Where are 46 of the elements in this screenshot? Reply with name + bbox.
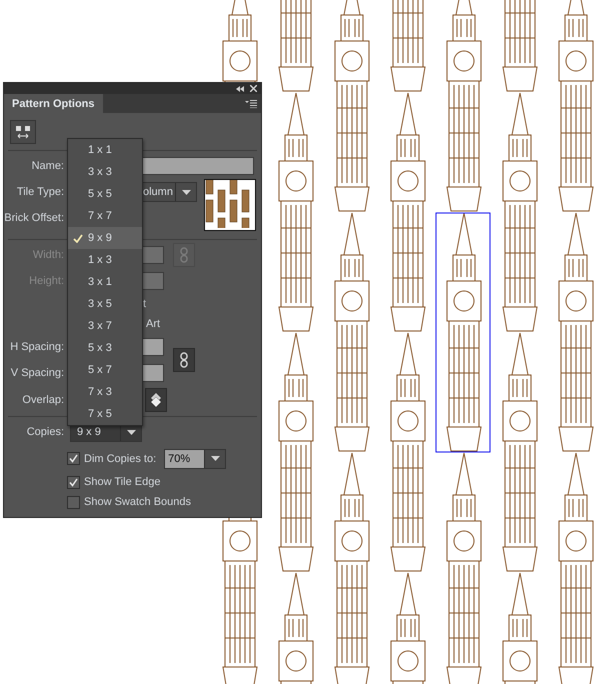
menu-item[interactable]: 3 x 3 [68,161,142,183]
menu-item[interactable]: 5 x 5 [68,183,142,205]
close-icon[interactable] [250,85,257,92]
chain-link-icon [180,352,188,368]
option-label: Art [146,318,160,330]
field-label: H Spacing: [9,341,64,353]
chain-link-icon [180,247,188,263]
checkbox[interactable] [67,476,80,488]
checkbox[interactable] [67,496,80,508]
menu-item[interactable]: 3 x 1 [68,271,142,293]
checkmark-icon [69,478,78,486]
panel-menu-icon[interactable] [245,100,257,108]
menu-item[interactable]: 1 x 3 [68,249,142,271]
checkmark-icon [69,454,78,463]
collapse-icon[interactable] [236,86,244,92]
menu-item[interactable]: 5 x 7 [68,359,142,381]
option-label: t [143,298,146,310]
checkbox[interactable] [67,452,80,465]
menu-item[interactable]: 9 x 9 [68,227,142,249]
field-label: Brick Offset: [4,212,64,224]
caret-icon [182,190,190,194]
checkbox-label: Show Swatch Bounds [84,496,192,508]
field-label: Tile Type: [16,186,64,198]
dim-percent-dropdown[interactable]: 70% [164,448,226,468]
checkbox-label: Show Tile Edge [84,476,160,488]
menu-item[interactable]: 1 x 1 [68,139,142,161]
menu-item[interactable]: 3 x 7 [68,315,142,337]
field-label: Name: [30,160,64,172]
tile-move-icon [15,124,31,138]
menu-item[interactable]: 7 x 7 [68,205,142,227]
checkbox-label: Dim Copies to: [84,452,156,464]
field-label: V Spacing: [10,367,64,379]
caret-icon [126,430,136,434]
menu-item[interactable]: 7 x 5 [68,403,142,425]
overlap-button[interactable] [145,388,167,412]
field-label: Copies: [26,426,64,438]
link-button[interactable] [173,348,195,372]
field-label: Overlap: [21,394,64,406]
checkmark-icon [73,234,83,243]
menu-item[interactable]: 7 x 3 [68,381,142,403]
menu-item[interactable]: 3 x 5 [68,293,142,315]
stacked-diamonds-icon [150,392,162,408]
panel-tab[interactable]: Pattern Options [4,94,103,113]
tile-edit-button[interactable] [10,120,36,144]
menu-item[interactable]: 5 x 3 [68,337,142,359]
caret-icon [210,456,220,461]
